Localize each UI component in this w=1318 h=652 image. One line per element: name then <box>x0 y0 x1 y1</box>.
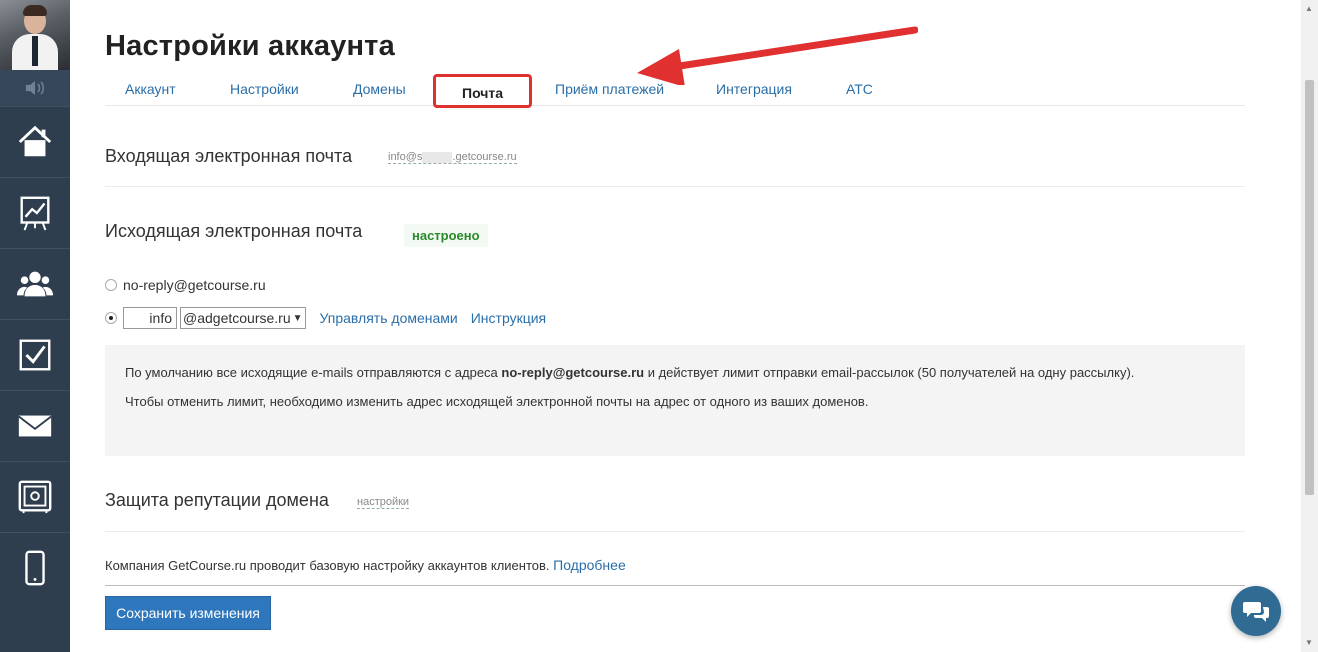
scrollbar-thumb[interactable] <box>1305 80 1314 495</box>
sidebar <box>0 0 70 652</box>
page-title: Настройки аккаунта <box>105 30 395 62</box>
reputation-settings-link[interactable]: настройки <box>357 496 410 509</box>
radio-custom[interactable] <box>105 312 117 324</box>
scrollbar[interactable]: ▲ ▼ <box>1301 0 1318 652</box>
incoming-address[interactable]: info@s .getcourse.ru <box>388 151 517 164</box>
mail-icon[interactable] <box>0 390 70 461</box>
local-part-input[interactable] <box>123 307 177 329</box>
incoming-title: Входящая электронная почта <box>105 146 353 166</box>
info-line-1: По умолчанию все исходящие e-mails отпра… <box>125 365 1135 380</box>
redacted-block <box>422 151 453 163</box>
scroll-down-icon[interactable]: ▼ <box>1305 638 1313 647</box>
chat-icon[interactable] <box>1231 586 1281 636</box>
reputation-note: Компания GetCourse.ru проводит базовую н… <box>105 557 626 573</box>
radio-noreply[interactable] <box>105 279 117 291</box>
home-icon[interactable] <box>0 106 70 177</box>
status-badge: настроено <box>404 224 488 247</box>
save-button[interactable]: Сохранить изменения <box>105 596 271 630</box>
tab-domains[interactable]: Домены <box>353 81 406 97</box>
outgoing-title: Исходящая электронная почта <box>105 221 363 241</box>
divider <box>105 186 1245 187</box>
option-noreply[interactable]: no-reply@getcourse.ru <box>105 277 266 293</box>
divider <box>105 531 1245 532</box>
speaker-icon[interactable] <box>0 70 70 106</box>
annotation-arrow <box>637 26 918 85</box>
manage-domains-link[interactable]: Управлять доменами <box>320 310 458 326</box>
reputation-title: Защита репутации домена <box>105 490 329 510</box>
chart-icon[interactable] <box>0 177 70 248</box>
scroll-up-icon[interactable]: ▲ <box>1305 4 1313 13</box>
checkbox-icon[interactable] <box>0 319 70 390</box>
users-icon[interactable] <box>0 248 70 319</box>
option-custom[interactable]: @adgetcourse.ru▼ Управлять доменами Инст… <box>105 307 546 329</box>
phone-icon[interactable] <box>0 532 70 603</box>
tab-settings[interactable]: Настройки <box>230 81 299 97</box>
info-line-2: Чтобы отменить лимит, необходимо изменит… <box>125 394 869 409</box>
tab-account[interactable]: Аккаунт <box>125 81 176 97</box>
avatar[interactable] <box>0 0 70 70</box>
more-link[interactable]: Подробнее <box>553 557 626 573</box>
instruction-link[interactable]: Инструкция <box>471 310 546 326</box>
chevron-down-icon: ▼ <box>292 312 303 324</box>
divider <box>105 585 1245 586</box>
tab-mail[interactable]: Почта <box>433 74 533 108</box>
domain-select[interactable]: @adgetcourse.ru ▼ <box>180 307 306 329</box>
safe-icon[interactable] <box>0 461 70 532</box>
info-box: По умолчанию все исходящие e-mails отпра… <box>105 345 1245 456</box>
